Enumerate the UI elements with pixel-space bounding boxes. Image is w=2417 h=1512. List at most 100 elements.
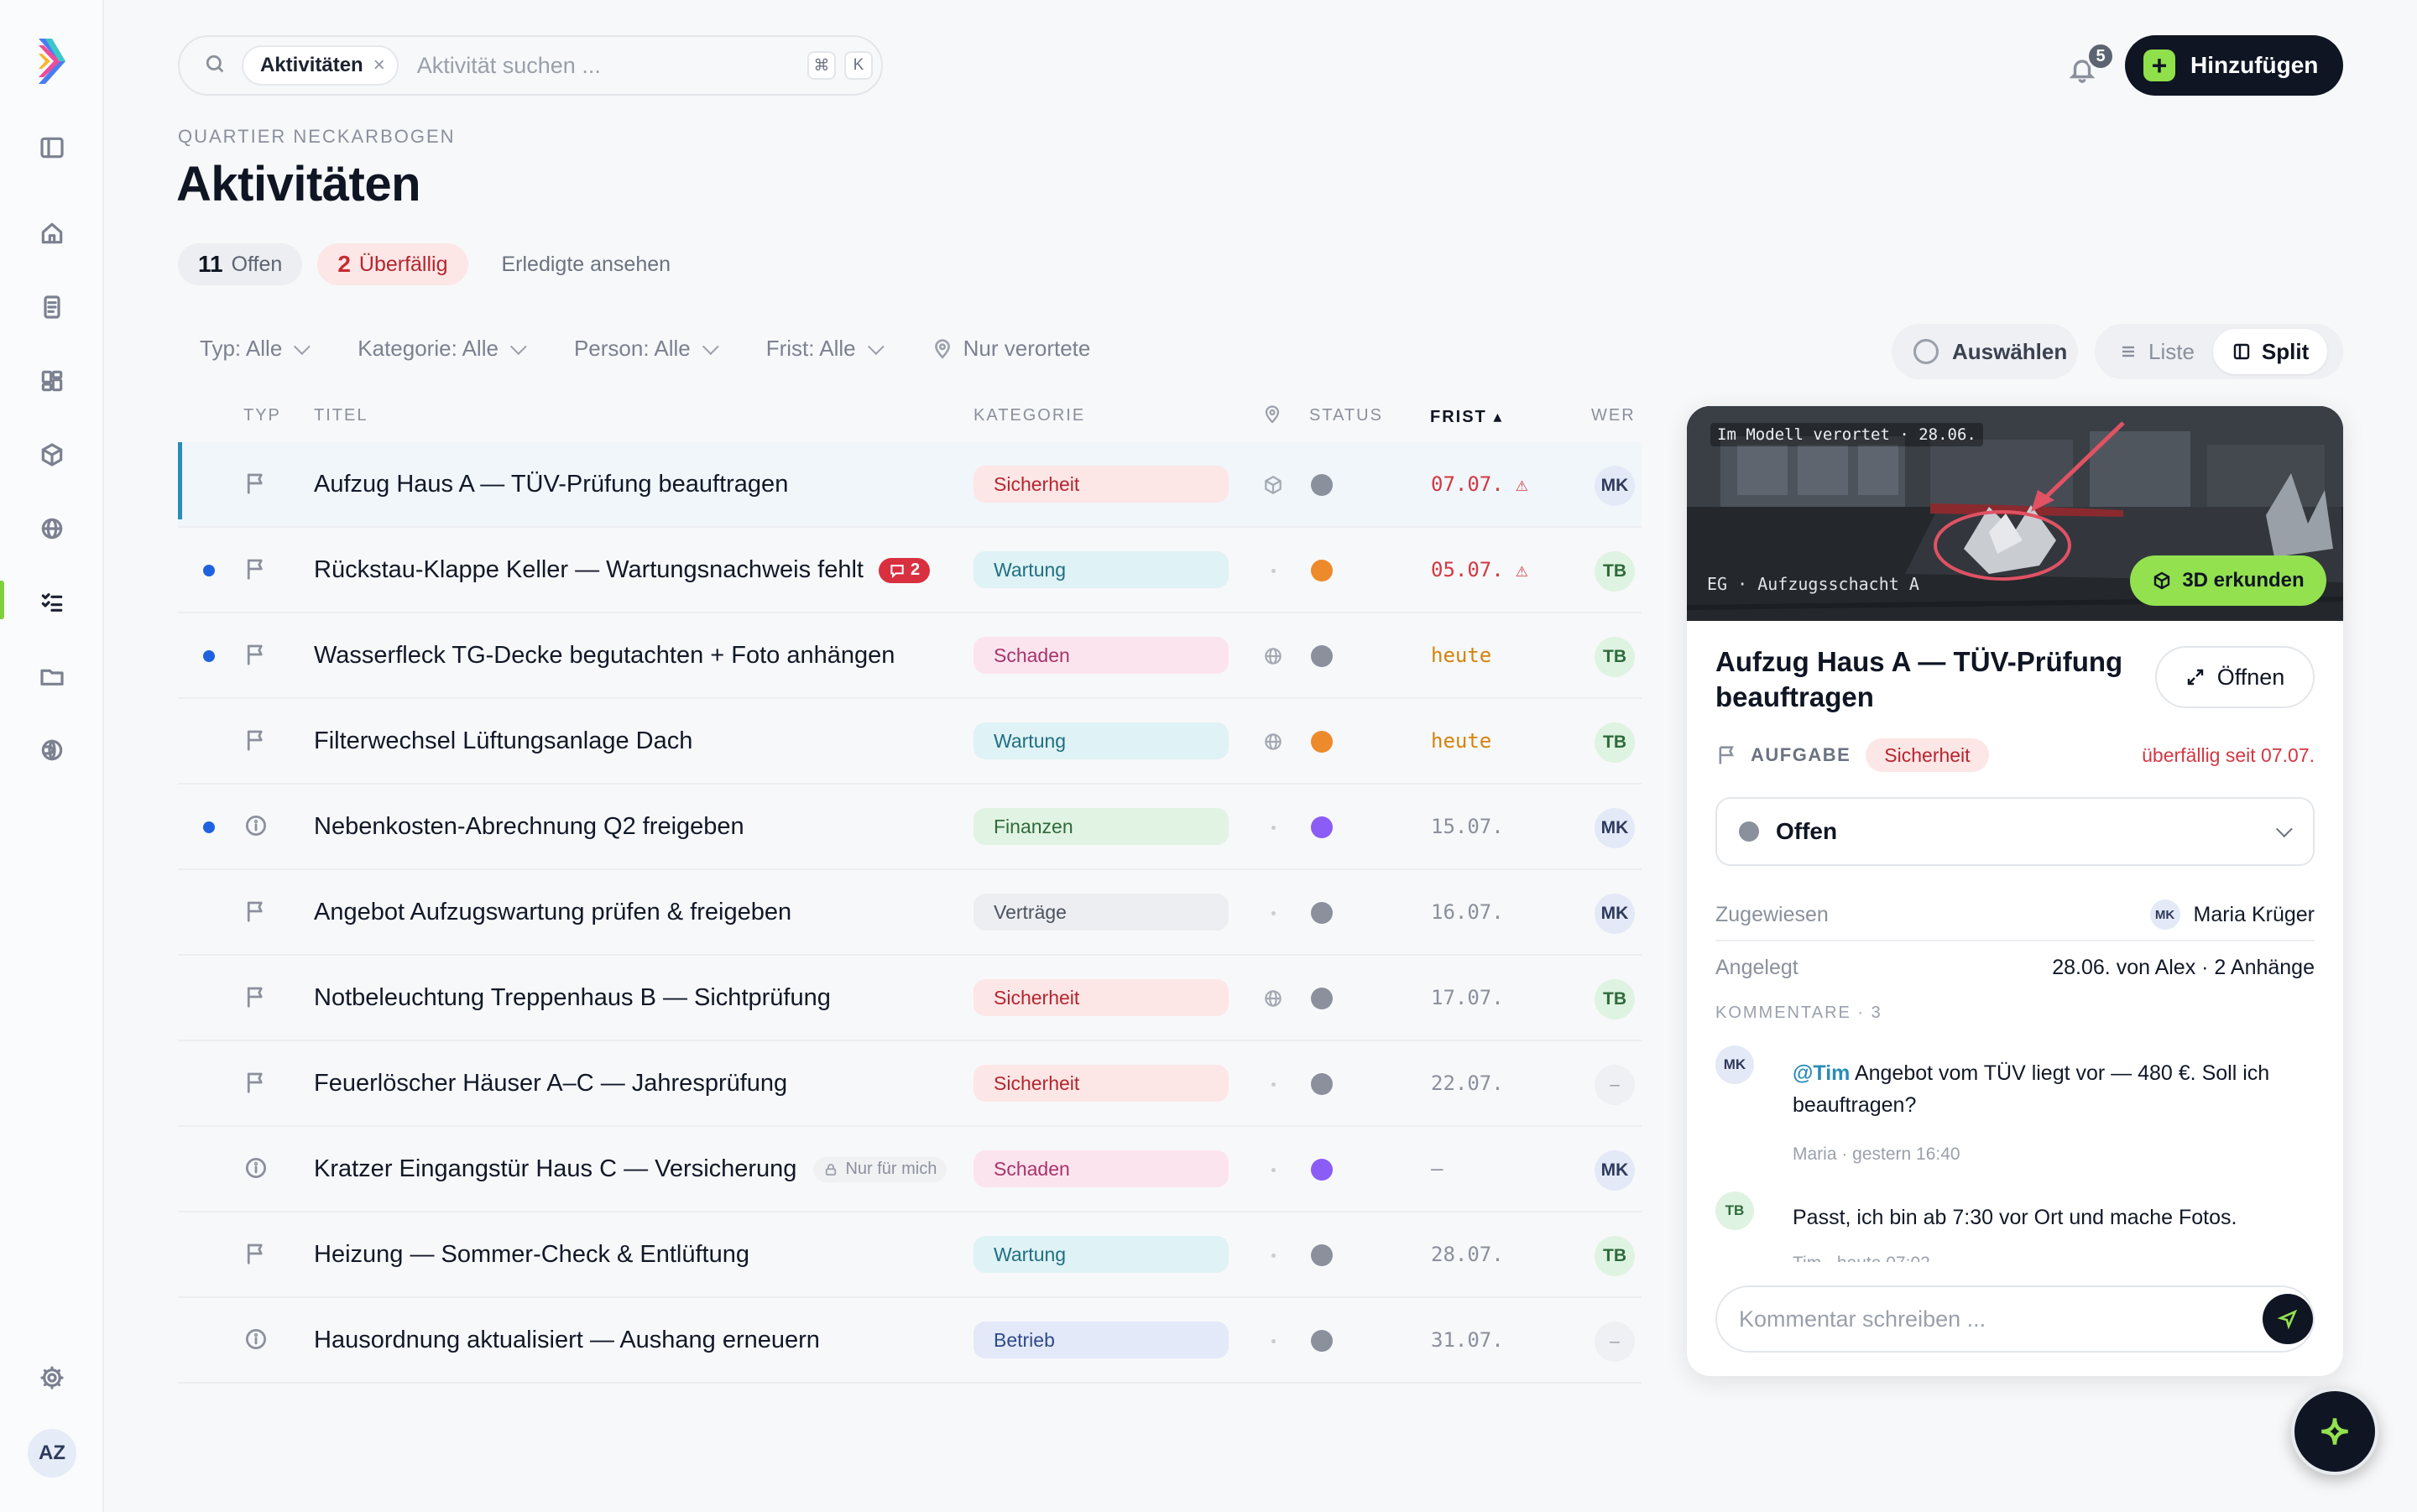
comment-input[interactable]: Kommentar schreiben ... [1739,1306,1986,1332]
table-row[interactable]: Rückstau-Klappe Keller — Wartungsnachwei… [178,528,1642,613]
home-icon[interactable] [30,211,74,255]
assignee-avatar[interactable]: TB [1595,979,1635,1019]
status-dot[interactable] [1311,560,1333,581]
plus-icon: + [2143,50,2175,81]
overdue-count-pill[interactable]: 2 Überfällig [317,243,468,285]
assignee-avatar[interactable]: – [1595,1322,1635,1362]
row-title[interactable]: Nebenkosten-Abrechnung Q2 freigeben [314,813,744,841]
folder-icon[interactable] [30,654,74,698]
status-dot[interactable] [1311,645,1333,667]
notifications-button[interactable]: 5 [2065,42,2115,87]
table-row[interactable]: Nebenkosten-Abrechnung Q2 freigeben Finan… [178,785,1642,870]
table-row[interactable]: Hausordnung aktualisiert — Aushang erneu… [178,1298,1642,1384]
column-status[interactable]: STATUS [1309,406,1383,425]
status-dot[interactable] [1311,1330,1333,1352]
row-title[interactable]: Kratzer Eingangstür Haus C — Versicherun… [314,1155,947,1183]
user-avatar[interactable]: AZ [28,1429,76,1478]
open-count-pill[interactable]: 11 Offen [178,243,303,285]
sidebar-toggle-icon[interactable] [30,126,74,169]
row-title[interactable]: Feuerlöscher Häuser A–C — Jahresprüfung [314,1070,787,1098]
row-title[interactable]: Filterwechsel Lüftungsanlage Dach [314,727,692,755]
filter-person[interactable]: Person: Alle [574,336,719,362]
comment-mention[interactable]: @Tim [1793,1061,1850,1085]
globe-icon[interactable] [1261,729,1286,754]
open-detail-button[interactable]: Öffnen [2155,646,2315,708]
assignee-avatar[interactable]: TB [1595,1236,1635,1276]
status-dot[interactable] [1311,902,1333,924]
column-type[interactable]: TYP [243,406,281,425]
filter-category[interactable]: Kategorie: Alle [358,336,527,362]
breadcrumb[interactable]: QUARTIER NECKARBOGEN [178,126,456,148]
status-select[interactable]: Offen [1715,797,2315,866]
assignee-avatar[interactable]: MK [1595,894,1635,934]
app-logo[interactable] [37,37,67,86]
column-location-icon[interactable] [1262,404,1282,430]
assignee-avatar[interactable]: TB [1595,551,1635,592]
world-icon[interactable] [30,728,74,772]
assigned-value[interactable]: MK Maria Krüger [2149,899,2315,930]
select-mode-button[interactable]: Auswählen [1892,324,2078,379]
status-dot[interactable] [1311,1159,1333,1181]
status-dot[interactable] [1311,988,1333,1009]
dashboard-grid-icon[interactable] [30,359,74,403]
model-preview[interactable]: Im Modell verortet · 28.06. EG · Aufzugs… [1687,406,2343,621]
view-list-button[interactable]: Liste [2100,329,2213,374]
cube-icon[interactable] [30,433,74,477]
explore-3d-button[interactable]: 3D erkunden [2130,555,2326,606]
add-button[interactable]: + Hinzufügen [2125,35,2343,96]
filter-located-only[interactable]: Nur verortete [932,336,1090,362]
filter-type[interactable]: Typ: Alle [200,336,311,362]
close-icon[interactable]: × [373,54,385,77]
search-scope-chip[interactable]: Aktivitäten × [242,45,399,86]
row-title[interactable]: Heizung — Sommer-Check & Entlüftung [314,1241,749,1269]
table-row[interactable]: Notbeleuchtung Treppenhaus B — Sichtprüf… [178,956,1642,1041]
column-title[interactable]: TITEL [314,406,368,425]
table-row[interactable]: Feuerlöscher Häuser A–C — Jahresprüfung S… [178,1041,1642,1127]
column-category[interactable]: KATEGORIE [974,406,1085,425]
status-dot[interactable] [1311,816,1333,838]
checklist-icon[interactable] [30,581,74,624]
search-input[interactable]: Aktivität suchen ... [417,53,807,79]
globe-icon[interactable] [1261,644,1286,669]
row-title[interactable]: Aufzug Haus A — TÜV-Prüfung beauftragen [314,471,788,498]
filter-due[interactable]: Frist: Alle [766,336,885,362]
globe-icon[interactable] [30,507,74,550]
view-split-button[interactable]: Split [2212,329,2328,374]
column-who[interactable]: WER [1591,406,1636,425]
globe-icon[interactable] [1261,986,1286,1011]
overdue-label: Überfällig [358,252,448,276]
row-title[interactable]: Angebot Aufzugswartung prüfen & freigebe… [314,899,791,926]
status-dot[interactable] [1311,1073,1333,1095]
status-dot[interactable] [1311,731,1333,753]
column-due-sorted[interactable]: FRIST ▴ [1430,406,1503,427]
row-title[interactable]: Rückstau-Klappe Keller — Wartungsnachwei… [314,556,931,584]
ai-assistant-button[interactable] [2291,1388,2378,1475]
assignee-avatar[interactable]: TB [1595,637,1635,677]
show-done-link[interactable]: Erledigte ansehen [483,243,692,285]
flag-icon [243,1070,270,1097]
settings-gear-icon[interactable] [30,1356,74,1400]
assignee-avatar[interactable]: MK [1595,466,1635,506]
table-row[interactable]: Heizung — Sommer-Check & Entlüftung Wartu… [178,1212,1642,1298]
assignee-avatar[interactable]: TB [1595,722,1635,763]
table-row[interactable]: Angebot Aufzugswartung prüfen & freigebe… [178,870,1642,956]
assignee-avatar[interactable]: – [1595,1065,1635,1105]
table-row[interactable]: Wasserfleck TG-Decke begutachten + Foto … [178,613,1642,699]
cube-icon[interactable] [1261,472,1286,498]
row-title[interactable]: Notbeleuchtung Treppenhaus B — Sichtprüf… [314,984,831,1012]
assignee-avatar[interactable]: MK [1595,1150,1635,1191]
document-icon[interactable] [30,285,74,329]
status-dot[interactable] [1311,474,1333,496]
status-dot[interactable] [1311,1244,1333,1266]
row-title[interactable]: Hausordnung aktualisiert — Aushang erneu… [314,1327,820,1354]
comment-composer[interactable]: Kommentar schreiben ... [1715,1285,2315,1353]
table-row[interactable]: Filterwechsel Lüftungsanlage Dach Wartung… [178,699,1642,785]
search-bar[interactable]: Aktivitäten × Aktivität suchen ... ⌘ K [178,35,883,96]
send-button[interactable] [2263,1294,2313,1344]
comment-text: Passt, ich bin ab 7:30 vor Ort und mache… [1793,1206,2237,1229]
table-row[interactable]: Aufzug Haus A — TÜV-Prüfung beauftragen S… [178,442,1642,528]
row-title[interactable]: Wasserfleck TG-Decke begutachten + Foto … [314,642,895,670]
table-row[interactable]: Kratzer Eingangstür Haus C — Versicherun… [178,1127,1642,1212]
chevron-down-icon [509,337,527,355]
assignee-avatar[interactable]: MK [1595,808,1635,848]
